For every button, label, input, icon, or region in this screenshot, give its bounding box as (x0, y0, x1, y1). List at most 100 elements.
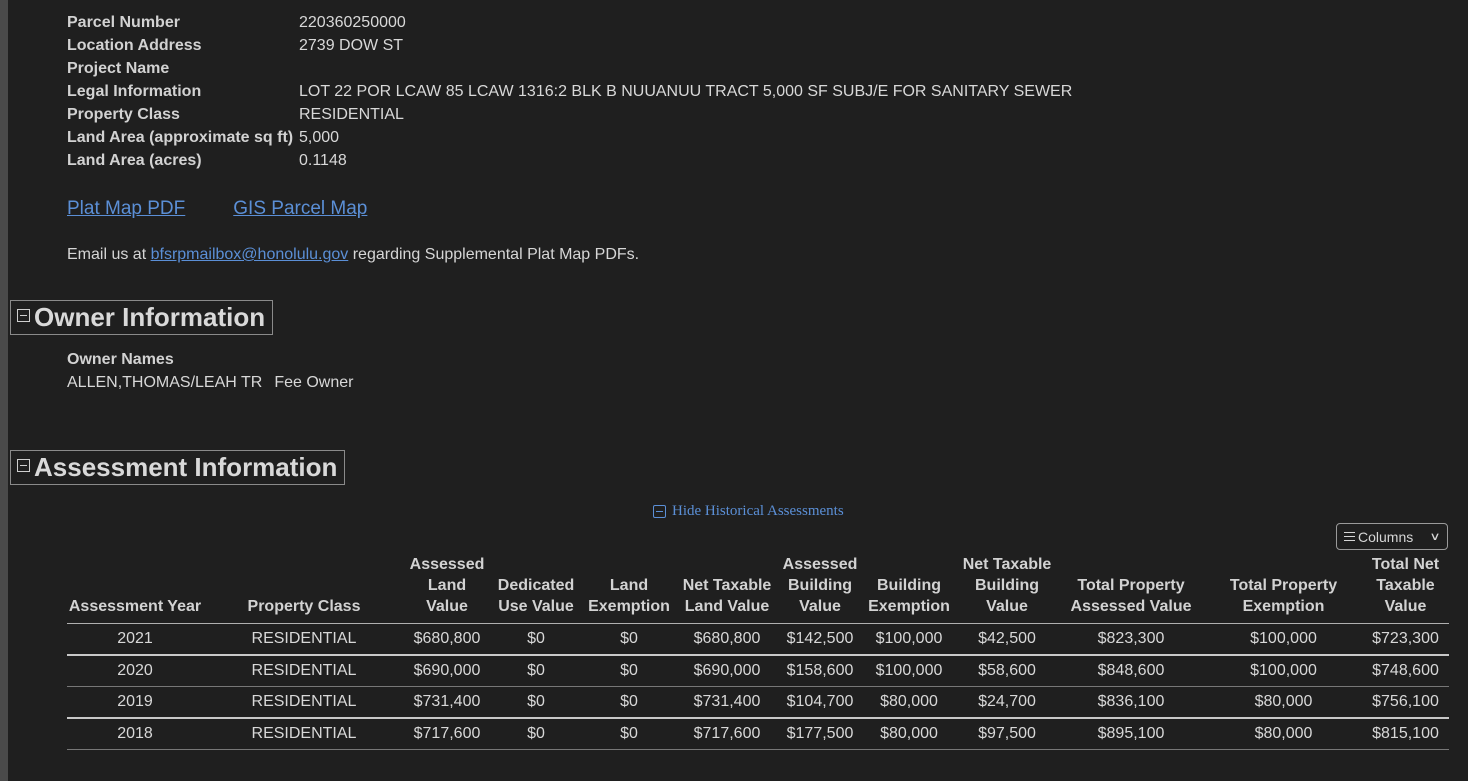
assessment-table: Assessment Year Property Class Assessed … (67, 554, 1449, 750)
table-cell: $848,600 (1057, 655, 1205, 687)
table-cell: $723,300 (1362, 623, 1449, 656)
table-cell: $142,500 (779, 623, 861, 656)
table-row: 2020 RESIDENTIAL $690,000 $0 $0 $690,000 $158,… (67, 655, 1449, 687)
parcel-row: Legal Information LOT 22 POR LCAW 85 LCAW… (67, 80, 1072, 103)
assessment-section-title: Assessment Information (34, 452, 338, 482)
email-note: Email us at bfsrpmailbox@honolulu.gov re… (67, 246, 639, 264)
parcel-label: Property Class (67, 106, 180, 123)
assessment-section-header[interactable]: Assessment Information (10, 450, 346, 485)
owner-name: ALLEN,THOMAS/LEAH TR (67, 374, 263, 391)
table-cell: $748,600 (1362, 655, 1449, 687)
table-cell: $100,000 (861, 655, 957, 687)
parcel-value: 0.1148 (299, 152, 347, 169)
table-cell: $158,600 (779, 655, 861, 687)
gis-parcel-map-link[interactable]: GIS Parcel Map (233, 198, 367, 219)
table-cell: $717,600 (675, 718, 779, 750)
parcel-info-table: Parcel Number 220360250000 Location Addre… (67, 11, 1072, 172)
table-cell: $42,500 (957, 623, 1057, 656)
parcel-label: Project Name (67, 60, 170, 77)
parcel-value: RESIDENTIAL (299, 106, 404, 123)
table-cell: $0 (489, 718, 583, 750)
parcel-value: 5,000 (299, 129, 340, 146)
column-header[interactable]: Assessed Land Value (405, 554, 489, 624)
email-link[interactable]: bfsrpmailbox@honolulu.gov (151, 246, 349, 263)
owner-section-title: Owner Information (34, 302, 266, 332)
table-cell: 2020 (67, 655, 203, 687)
table-cell: $815,100 (1362, 718, 1449, 750)
table-cell: $80,000 (861, 718, 957, 750)
table-cell: $731,400 (675, 686, 779, 719)
table-cell: RESIDENTIAL (203, 623, 405, 656)
table-cell: $690,000 (405, 655, 489, 687)
table-cell: $24,700 (957, 686, 1057, 719)
left-border (0, 0, 8, 781)
column-header[interactable]: Total Property Exemption (1205, 554, 1362, 624)
hide-historical-assessments-link[interactable]: Hide Historical Assessments (653, 503, 844, 520)
parcel-label: Location Address (67, 37, 202, 54)
columns-button[interactable]: Columns ∨ (1336, 523, 1448, 550)
column-header[interactable]: Net Taxable Land Value (675, 554, 779, 624)
parcel-row: Location Address 2739 DOW ST (67, 34, 1072, 57)
table-cell: $104,700 (779, 686, 861, 719)
collapse-icon (653, 505, 666, 518)
column-header[interactable]: Total Property Assessed Value (1057, 554, 1205, 624)
owner-section-header[interactable]: Owner Information (10, 300, 274, 335)
parcel-row: Land Area (acres) 0.1148 (67, 149, 1072, 172)
collapse-icon[interactable] (17, 309, 30, 322)
parcel-row: Property Class RESIDENTIAL (67, 103, 1072, 126)
table-cell: $100,000 (1205, 655, 1362, 687)
column-header[interactable]: Assessment Year (67, 554, 203, 624)
table-cell: $100,000 (1205, 623, 1362, 656)
table-cell: $80,000 (1205, 718, 1362, 750)
parcel-value: LOT 22 POR LCAW 85 LCAW 1316:2 BLK B NUU… (299, 83, 1073, 100)
parcel-label: Land Area (acres) (67, 152, 202, 169)
parcel-row: Project Name (67, 57, 1072, 80)
table-cell: $0 (583, 686, 675, 719)
table-cell: $0 (583, 718, 675, 750)
table-cell: $717,600 (405, 718, 489, 750)
owner-names-label: Owner Names (67, 351, 174, 368)
parcel-row: Land Area (approximate sq ft) 5,000 (67, 126, 1072, 149)
table-cell: $177,500 (779, 718, 861, 750)
parcel-value (299, 57, 1072, 80)
table-cell: $80,000 (1205, 686, 1362, 719)
collapse-icon[interactable] (17, 459, 30, 472)
hide-historical-label: Hide Historical Assessments (672, 503, 844, 519)
table-cell: $0 (489, 623, 583, 656)
table-cell: RESIDENTIAL (203, 655, 405, 687)
column-header[interactable]: Property Class (203, 554, 405, 624)
table-cell: $680,800 (675, 623, 779, 656)
parcel-row: Parcel Number 220360250000 (67, 11, 1072, 34)
column-header[interactable]: Dedicated Use Value (489, 554, 583, 624)
column-header[interactable]: Total Net Taxable Value (1362, 554, 1449, 624)
table-header-row: Assessment Year Property Class Assessed … (67, 554, 1449, 624)
table-cell: $823,300 (1057, 623, 1205, 656)
map-links: Plat Map PDF GIS Parcel Map (67, 198, 415, 220)
table-cell: $100,000 (861, 623, 957, 656)
column-header[interactable]: Assessed Building Value (779, 554, 861, 624)
owner-row: ALLEN,THOMAS/LEAH TR Fee Owner (67, 374, 353, 392)
table-cell: $97,500 (957, 718, 1057, 750)
table-cell: 2019 (67, 686, 203, 719)
parcel-value: 2739 DOW ST (299, 37, 404, 54)
parcel-label: Land Area (approximate sq ft) (67, 129, 294, 146)
plat-map-pdf-link[interactable]: Plat Map PDF (67, 198, 185, 219)
table-cell: $836,100 (1057, 686, 1205, 719)
parcel-value: 220360250000 (299, 14, 406, 31)
table-cell: $756,100 (1362, 686, 1449, 719)
column-header[interactable]: Land Exemption (583, 554, 675, 624)
table-cell: $0 (489, 686, 583, 719)
table-cell: $58,600 (957, 655, 1057, 687)
list-icon (1344, 532, 1355, 541)
column-header[interactable]: Net Taxable Building Value (957, 554, 1057, 624)
table-cell: 2021 (67, 623, 203, 656)
parcel-label: Parcel Number (67, 14, 180, 31)
table-row: 2018 RESIDENTIAL $717,600 $0 $0 $717,600 $177,… (67, 718, 1449, 750)
table-cell: $0 (583, 655, 675, 687)
column-header[interactable]: Building Exemption (861, 554, 957, 624)
table-cell: $680,800 (405, 623, 489, 656)
email-suffix: regarding Supplemental Plat Map PDFs. (348, 246, 640, 263)
table-cell: 2018 (67, 718, 203, 750)
table-cell: $731,400 (405, 686, 489, 719)
table-cell: RESIDENTIAL (203, 686, 405, 719)
